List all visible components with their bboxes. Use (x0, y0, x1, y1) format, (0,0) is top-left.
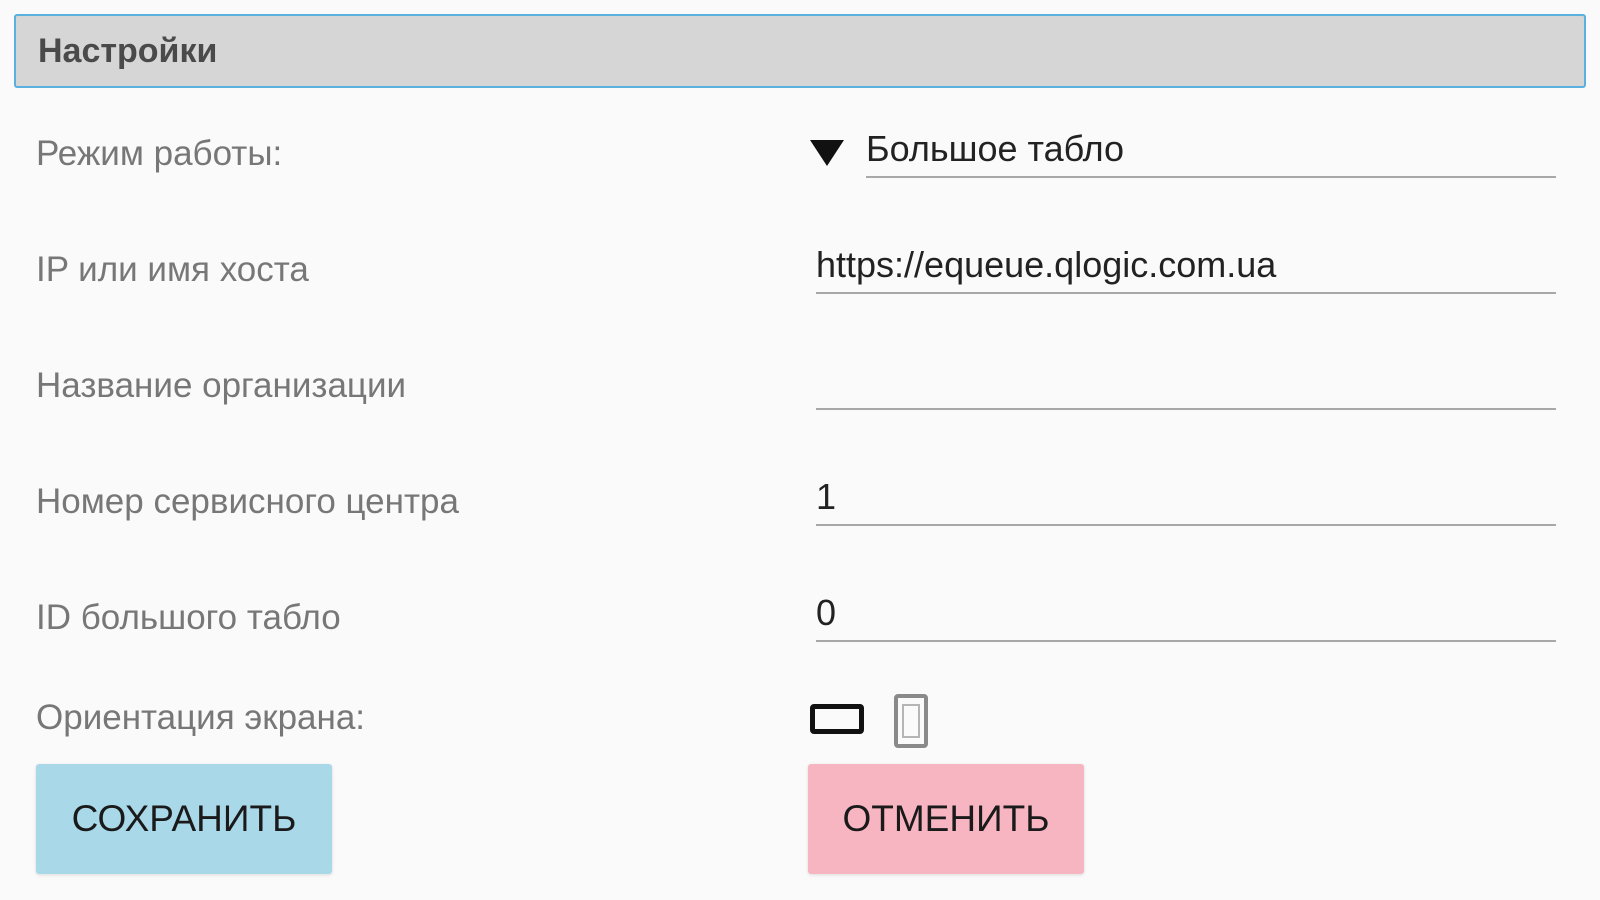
mode-select[interactable]: Большое табло (866, 128, 1556, 178)
cancel-button[interactable]: ОТМЕНИТЬ (808, 764, 1084, 874)
host-label: IP или имя хоста (36, 250, 309, 289)
settings-header: Настройки (14, 14, 1586, 88)
service-center-input-value: 1 (816, 476, 837, 517)
mode-label: Режим работы: (36, 134, 283, 173)
board-id-input-value: 0 (816, 592, 837, 633)
service-center-label: Номер сервисного центра (36, 482, 459, 521)
host-input-value: https://equeue.qlogic.com.ua (816, 244, 1277, 285)
landscape-icon[interactable] (810, 704, 864, 734)
save-button[interactable]: СОХРАНИТЬ (36, 764, 332, 874)
mode-select-value: Большое табло (866, 128, 1125, 169)
service-center-input[interactable]: 1 (816, 476, 1556, 526)
dropdown-arrow-icon[interactable] (810, 140, 844, 166)
host-input[interactable]: https://equeue.qlogic.com.ua (816, 244, 1556, 294)
org-label: Название организации (36, 366, 407, 405)
org-input[interactable] (816, 360, 1556, 410)
settings-screen: Настройки Режим работы: Большое табло IP… (0, 0, 1600, 900)
portrait-icon[interactable] (894, 694, 928, 748)
board-id-label: ID большого табло (36, 598, 341, 637)
orientation-label: Ориентация экрана: (36, 698, 366, 737)
page-title: Настройки (38, 31, 218, 70)
board-id-input[interactable]: 0 (816, 592, 1556, 642)
